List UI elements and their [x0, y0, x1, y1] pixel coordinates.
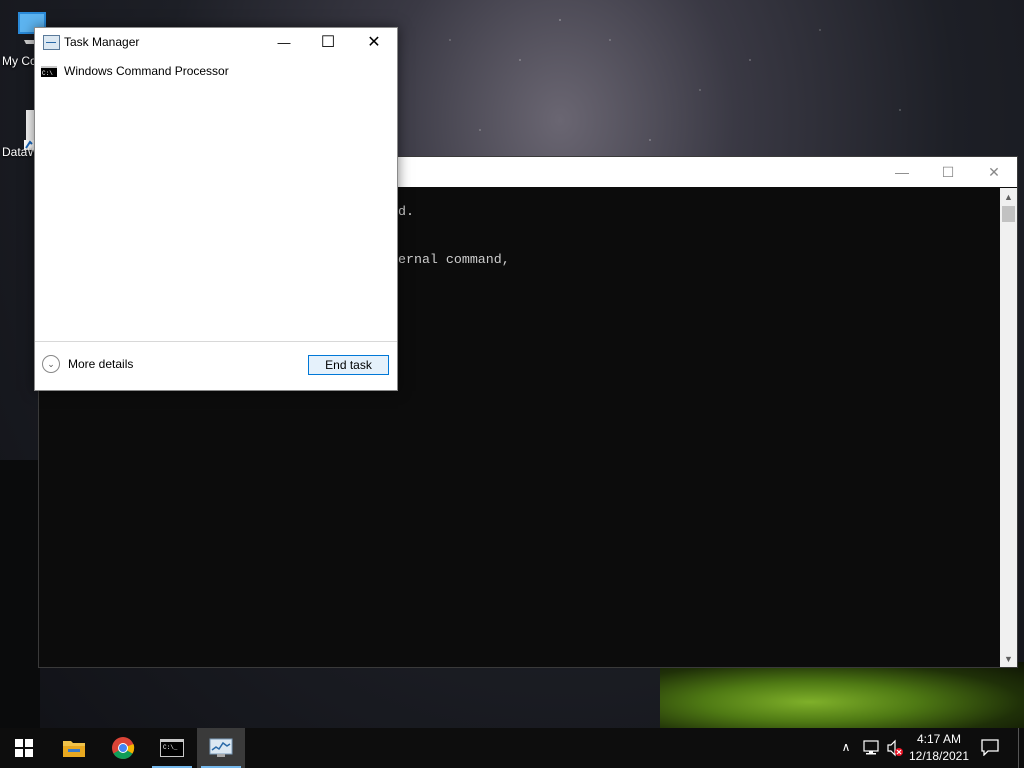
wallpaper-tent	[660, 662, 1024, 728]
cmd-close-button[interactable]: ✕	[971, 157, 1017, 187]
clock-date: 12/18/2021	[908, 749, 970, 763]
show-hidden-icons-button[interactable]: ∧	[838, 740, 854, 756]
cmd-icon: C:\_	[160, 739, 184, 757]
chevron-up-icon: ∧	[841, 740, 851, 754]
start-button[interactable]	[0, 728, 48, 768]
more-details-label: More details	[68, 357, 134, 371]
cmd-output-line: ernal command,	[398, 252, 510, 267]
cmd-minimize-button[interactable]: —	[879, 157, 925, 187]
process-name: Windows Command Processor	[64, 64, 229, 78]
scrollbar-thumb[interactable]	[1002, 206, 1015, 222]
window-title: Task Manager	[64, 35, 140, 49]
clock-time: 4:17 AM	[916, 732, 962, 746]
task-manager-icon	[209, 738, 233, 757]
end-task-button[interactable]: End task	[308, 355, 389, 375]
taskbar-chrome[interactable]	[99, 728, 147, 768]
cmd-vertical-scrollbar[interactable]: ▲ ▼	[1000, 188, 1017, 667]
notification-icon	[981, 739, 999, 757]
network-icon	[863, 740, 879, 755]
more-details-toggle[interactable]: ⌄ More details	[42, 355, 133, 373]
svg-text:C:\_: C:\_	[163, 744, 178, 751]
show-desktop-button[interactable]	[1018, 728, 1024, 768]
taskbar-file-explorer[interactable]	[50, 728, 98, 768]
task-manager-title-bar[interactable]: Task Manager — ☐ ✕	[35, 28, 397, 56]
task-manager-icon	[43, 35, 60, 50]
volume-muted-icon	[887, 739, 903, 757]
close-button[interactable]: ✕	[351, 28, 397, 56]
cmd-icon: C:\	[41, 65, 57, 77]
taskbar: C:\_ ∧ 4:17 AM 12/18/2021	[0, 728, 1024, 768]
clock-button[interactable]: 4:17 AM 12/18/2021	[906, 728, 972, 768]
chevron-down-icon: ⌄	[42, 355, 60, 373]
taskbar-cmd[interactable]: C:\_	[148, 728, 196, 768]
task-manager-footer: ⌄ More details End task	[35, 341, 397, 390]
taskbar-task-manager[interactable]	[197, 728, 245, 768]
action-center-button[interactable]	[980, 738, 1002, 758]
wallpaper-ground	[0, 460, 40, 728]
volume-button[interactable]	[886, 739, 904, 757]
task-manager-window[interactable]: Task Manager — ☐ ✕ C:\ Windows Command P…	[34, 27, 398, 391]
maximize-button[interactable]: ☐	[305, 28, 351, 56]
cmd-output-line: d.	[398, 204, 414, 219]
windows-logo-icon	[15, 739, 33, 757]
folder-icon	[63, 741, 85, 757]
network-button[interactable]	[862, 740, 880, 756]
chrome-icon	[112, 737, 135, 759]
scroll-down-arrow-icon[interactable]: ▼	[1000, 650, 1017, 667]
scroll-up-arrow-icon[interactable]: ▲	[1000, 188, 1017, 205]
minimize-button[interactable]: —	[261, 28, 307, 56]
process-list-item[interactable]: C:\ Windows Command Processor	[41, 62, 229, 80]
cmd-maximize-button[interactable]: ☐	[925, 157, 971, 187]
